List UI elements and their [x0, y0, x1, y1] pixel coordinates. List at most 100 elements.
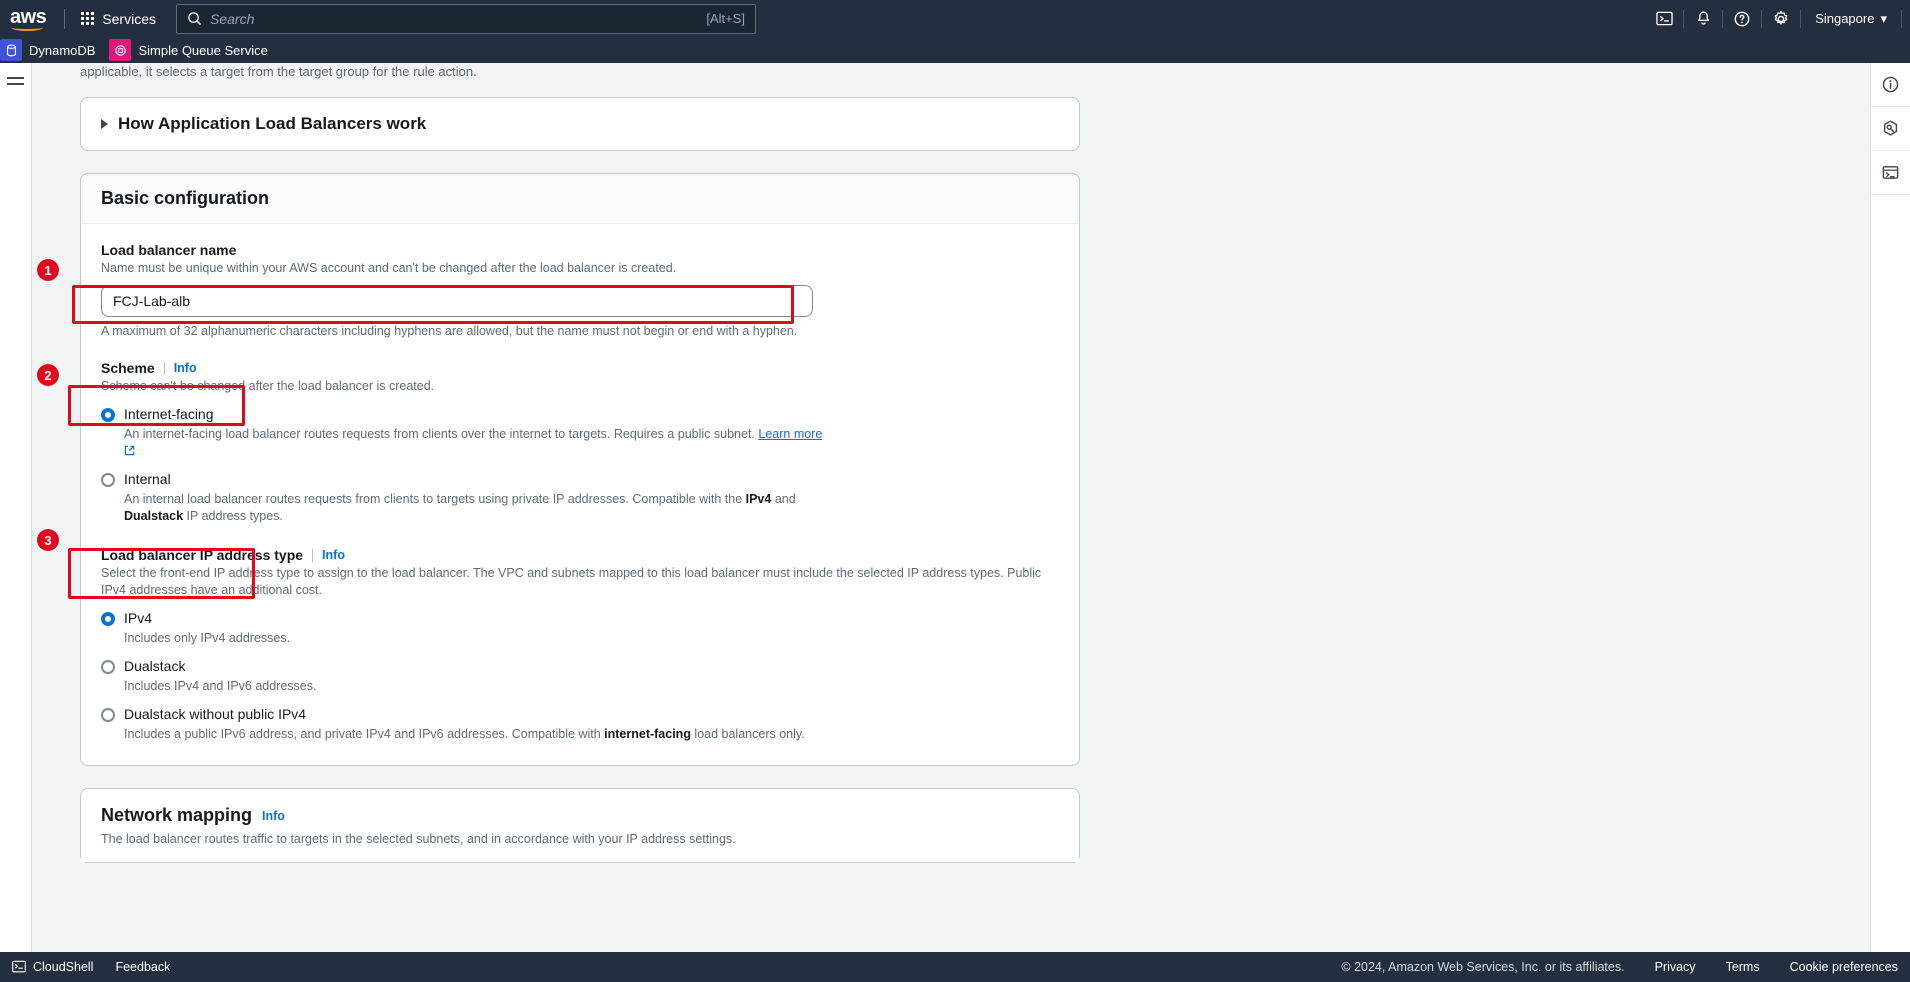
search-input[interactable]: Search [Alt+S]	[176, 3, 756, 34]
ip-type-option-dualstack[interactable]: Dualstack Includes IPv4 and IPv6 address…	[101, 658, 1059, 695]
scheme-label-text: Scheme	[101, 360, 155, 376]
ip-address-type-label-text: Load balancer IP address type	[101, 547, 304, 563]
service-favorites-bar: DynamoDB Simple Queue Service	[0, 37, 1910, 63]
ip-type-ipv4-label: IPv4	[124, 610, 153, 626]
ip-type-dsnp-desc-pre: Includes a public IPv6 address, and priv…	[124, 727, 605, 741]
ip-type-dualstack-label: Dualstack	[124, 658, 186, 674]
annotation-badge-1: 1	[37, 259, 59, 281]
region-selector[interactable]: Singapore ▾	[1801, 11, 1901, 27]
network-mapping-header: Network mapping Info The load balancer r…	[81, 789, 1079, 862]
ip-type-ipv4-radio[interactable]	[101, 612, 115, 626]
ip-address-type-label: Load balancer IP address type Info	[101, 547, 1059, 563]
scheme-internet-facing-label: Internet-facing	[124, 406, 214, 422]
cloudshell-panel-icon[interactable]	[1871, 151, 1910, 195]
footer-right-group: © 2024, Amazon Web Services, Inc. or its…	[1341, 960, 1898, 974]
footer-cloudshell-label: CloudShell	[33, 960, 94, 974]
load-balancer-name-label: Load balancer name	[101, 242, 237, 258]
network-mapping-info-link[interactable]: Info	[262, 809, 285, 823]
ip-type-dsnp-bold: internet-facing	[604, 727, 691, 741]
scheme-internal-desc-post: IP address types.	[183, 509, 283, 523]
network-mapping-container: Network mapping Info The load balancer r…	[80, 788, 1080, 863]
top-navigation-bar: aws Services Search [Alt+S] Singapore ▾	[0, 0, 1910, 37]
annotation-badge-2: 2	[37, 364, 59, 386]
footer-left-group: CloudShell Feedback	[12, 960, 170, 974]
right-tools-rail	[1870, 63, 1910, 952]
nav-separator	[1901, 9, 1902, 28]
footer-cloudshell-button[interactable]: CloudShell	[12, 960, 93, 974]
grid-icon	[81, 12, 95, 25]
ip-type-dualstack-no-public-description: Includes a public IPv6 address, and priv…	[124, 726, 824, 743]
footer-terms-link[interactable]: Terms	[1726, 960, 1760, 974]
services-label: Services	[102, 10, 156, 27]
cloudshell-icon	[12, 960, 26, 973]
main-content-area: applicable, it selects a target from the…	[32, 63, 1870, 952]
help-question-icon[interactable]	[1723, 0, 1761, 37]
scheme-option-internet-facing[interactable]: Internet-facing An internet-facing load …	[101, 406, 1059, 460]
scheme-internal-desc-pre: An internal load balancer routes request…	[124, 492, 746, 506]
notifications-bell-icon[interactable]	[1684, 0, 1722, 37]
ip-type-dualstack-no-public-label: Dualstack without public IPv4	[124, 706, 307, 722]
ip-address-type-info-link[interactable]: Info	[322, 548, 345, 562]
ip-type-option-ipv4[interactable]: IPv4 Includes only IPv4 addresses.	[101, 610, 1059, 647]
scheme-internet-facing-desc-text: An internet-facing load balancer routes …	[124, 427, 759, 441]
favorite-sqs[interactable]: Simple Queue Service	[109, 39, 281, 61]
basic-configuration-header: Basic configuration	[81, 174, 1079, 224]
cloudshell-icon[interactable]	[1645, 0, 1683, 37]
external-link-icon	[124, 445, 135, 456]
aws-logo[interactable]: aws	[10, 7, 47, 31]
basic-configuration-container: Basic configuration Load balancer name N…	[80, 173, 1080, 766]
footer-feedback-link[interactable]: Feedback	[115, 960, 170, 974]
scheme-internal-label: Internal	[124, 471, 171, 487]
scheme-internet-facing-radio[interactable]	[101, 408, 115, 422]
caret-right-icon	[101, 119, 108, 129]
scheme-label: Scheme Info	[101, 360, 1059, 376]
ip-type-option-dualstack-no-public-ipv4[interactable]: Dualstack without public IPv4 Includes a…	[101, 706, 1059, 743]
menu-hamburger-icon[interactable]	[7, 77, 24, 85]
sqs-icon	[109, 39, 132, 61]
network-mapping-description: The load balancer routes traffic to targ…	[101, 832, 736, 846]
scheme-internal-bold-dualstack: Dualstack	[124, 509, 184, 523]
label-separator	[312, 548, 314, 562]
search-placeholder: Search	[210, 10, 255, 27]
ip-type-dualstack-no-public-radio[interactable]	[101, 708, 115, 722]
region-label: Singapore	[1815, 11, 1875, 26]
services-menu-button[interactable]: Services	[73, 5, 164, 33]
how-alb-works-title: How Application Load Balancers work	[118, 114, 427, 133]
search-icon	[188, 12, 202, 26]
scheme-internet-facing-description: An internet-facing load balancer routes …	[124, 426, 824, 460]
footer-copyright: © 2024, Amazon Web Services, Inc. or its…	[1341, 960, 1625, 974]
favorite-sqs-label: Simple Queue Service	[138, 42, 268, 58]
truncated-intro-text: applicable, it selects a target from the…	[80, 64, 477, 79]
network-mapping-title: Network mapping	[101, 805, 253, 825]
left-navigation-rail	[0, 63, 32, 952]
learn-more-link[interactable]: Learn more	[758, 427, 822, 441]
settings-gear-icon[interactable]	[1762, 0, 1800, 37]
scrollable-form: applicable, it selects a target from the…	[32, 63, 1870, 863]
annotation-badge-3: 3	[37, 529, 59, 551]
load-balancer-name-description: Name must be unique within your AWS acco…	[101, 261, 677, 275]
how-alb-works-container: How Application Load Balancers work	[80, 97, 1080, 151]
ip-type-dsnp-desc-post: load balancers only.	[690, 727, 805, 741]
ip-type-dualstack-radio[interactable]	[101, 660, 115, 674]
dynamodb-icon	[0, 39, 22, 61]
load-balancer-name-constraint: A maximum of 32 alphanumeric characters …	[101, 324, 798, 338]
chevron-down-icon: ▾	[1880, 10, 1887, 26]
scheme-info-link[interactable]: Info	[174, 361, 197, 375]
scheme-internal-bold-ipv4: IPv4	[745, 492, 772, 506]
load-balancer-name-input[interactable]	[101, 285, 813, 317]
top-nav-right-group: Singapore ▾	[1645, 0, 1902, 37]
footer-privacy-link[interactable]: Privacy	[1655, 960, 1696, 974]
how-alb-works-expandable[interactable]: How Application Load Balancers work	[81, 98, 1079, 150]
ip-address-type-description: Select the front-end IP address type to …	[101, 566, 1042, 597]
ip-type-dualstack-description: Includes IPv4 and IPv6 addresses.	[124, 679, 317, 693]
page-footer: CloudShell Feedback © 2024, Amazon Web S…	[0, 952, 1910, 982]
info-icon[interactable]	[1871, 63, 1910, 107]
scheme-description: Scheme can't be changed after the load b…	[101, 379, 435, 393]
scheme-internal-radio[interactable]	[101, 473, 115, 487]
scheme-option-internal[interactable]: Internal An internal load balancer route…	[101, 471, 1059, 525]
scheme-internal-description: An internal load balancer routes request…	[124, 491, 824, 525]
favorite-dynamodb-label: DynamoDB	[29, 42, 96, 58]
favorite-dynamodb[interactable]: DynamoDB	[0, 39, 109, 61]
footer-cookie-preferences-link[interactable]: Cookie preferences	[1790, 960, 1898, 974]
shield-wrench-icon[interactable]	[1871, 107, 1910, 151]
